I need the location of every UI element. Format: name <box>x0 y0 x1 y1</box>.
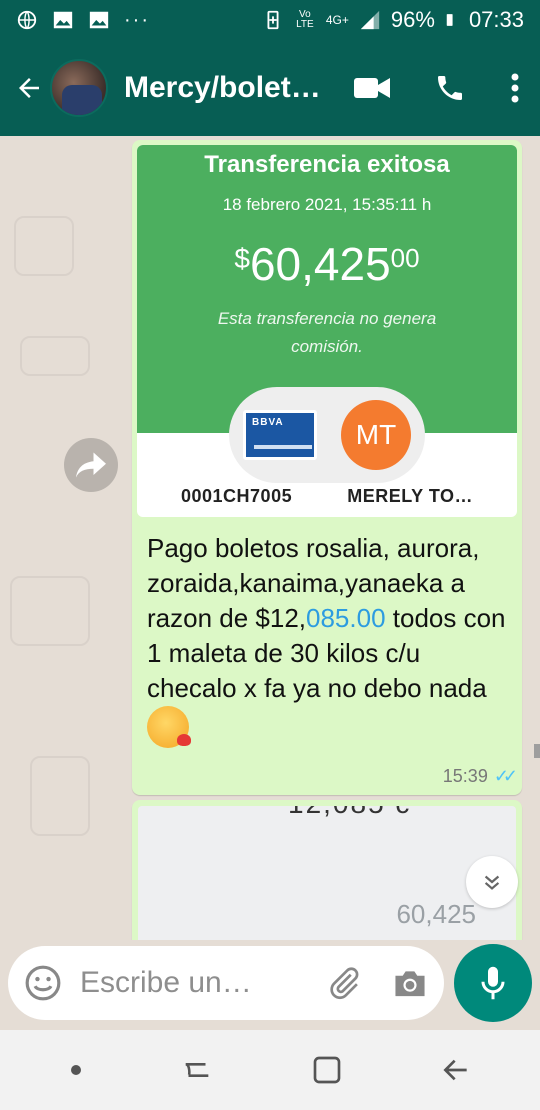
image-icon <box>89 11 109 29</box>
receipt-amount: $60,42500 <box>137 237 517 291</box>
wallpaper-doodle <box>10 576 90 646</box>
microphone-icon <box>481 966 505 1000</box>
receipt-currency: $ <box>234 243 250 274</box>
nav-back-icon[interactable] <box>440 1054 472 1086</box>
clock: 07:33 <box>468 7 524 32</box>
chat-area[interactable]: Transferencia exitosa 18 febrero 2021, 1… <box>0 136 540 940</box>
message-input[interactable]: Escribe un… <box>80 966 326 1000</box>
back-arrow-icon[interactable] <box>14 73 44 103</box>
forward-button[interactable] <box>64 438 118 492</box>
scroll-to-bottom-button[interactable] <box>466 856 518 908</box>
kiss-emoji-icon <box>147 706 191 748</box>
volte-label: Vo LTE <box>296 9 314 30</box>
image-message[interactable]: 12,085 c 60,425 <box>138 806 516 940</box>
recents-icon[interactable] <box>180 1053 214 1087</box>
recipient-label: MERELY TO… <box>347 486 473 506</box>
contact-name[interactable]: Mercy/bolet… <box>124 71 324 105</box>
voice-message-button[interactable] <box>454 944 532 1022</box>
message-text: Pago boletos rosalia, aurora, zoraida,ka… <box>137 517 517 748</box>
nav-dot-icon[interactable] <box>69 1063 83 1077</box>
globe-icon <box>17 10 37 30</box>
wallpaper-doodle <box>14 216 74 276</box>
emoji-icon[interactable] <box>24 964 62 1002</box>
avatar[interactable] <box>50 59 108 117</box>
home-icon[interactable] <box>311 1054 343 1086</box>
receipt-title: Transferencia exitosa <box>204 151 450 178</box>
wallpaper-doodle <box>30 756 90 836</box>
image-icon <box>53 11 73 29</box>
camera-icon[interactable] <box>392 967 428 999</box>
system-nav-bar <box>0 1030 540 1110</box>
transfer-parties: BBVA MT <box>229 387 425 483</box>
scrollbar[interactable] <box>534 744 540 758</box>
phone-icon[interactable] <box>434 72 466 104</box>
receipt-note: Esta transferencia no genera comisión. <box>217 309 437 356</box>
more-dots-icon: ··· <box>124 8 150 31</box>
overflow-menu-icon[interactable] <box>510 72 520 104</box>
receipt-amount-cents: 00 <box>390 243 420 273</box>
battery-percent: 96% <box>390 7 435 32</box>
account-label: 0001CH7005 <box>181 486 293 506</box>
phone-number-link[interactable]: 085.00 <box>306 603 386 633</box>
image-cut-text: 12,085 c <box>288 806 411 820</box>
battery-icon <box>446 14 453 26</box>
chat-header: Mercy/bolet… <box>0 40 540 136</box>
message-input-bar: Escribe un… <box>8 946 444 1020</box>
recipient-initials: MT <box>341 400 411 470</box>
video-call-icon[interactable] <box>354 75 390 101</box>
bbva-card-icon: BBVA <box>243 410 317 460</box>
message-meta: 15:39 ✓✓ <box>442 766 518 787</box>
wallpaper-doodle <box>20 336 90 376</box>
signal-icon <box>360 10 380 30</box>
receipt-date: 18 febrero 2021, 15:35:11 h <box>222 195 432 214</box>
transfer-receipt-image[interactable]: Transferencia exitosa 18 febrero 2021, 1… <box>137 145 517 517</box>
message-time: 15:39 <box>442 766 488 786</box>
read-receipt-icon: ✓✓ <box>493 766 518 786</box>
bank-card-label: BBVA <box>252 417 284 428</box>
status-bar: ··· Vo LTE 4G+ 96% 07:33 <box>0 0 540 40</box>
double-chevron-down-icon <box>484 875 500 890</box>
attach-icon[interactable] <box>326 965 362 1001</box>
network-label: 4G+ <box>325 13 349 27</box>
image-visible-number: 60,425 <box>396 899 476 929</box>
message-bubble-outgoing[interactable]: Transferencia exitosa 18 febrero 2021, 1… <box>132 140 522 795</box>
receipt-amount-whole: 60,425 <box>249 238 391 290</box>
forward-icon <box>76 452 106 478</box>
message-bubble-outgoing[interactable]: 12,085 c 60,425 <box>132 800 522 940</box>
battery-saver-icon <box>267 10 279 30</box>
